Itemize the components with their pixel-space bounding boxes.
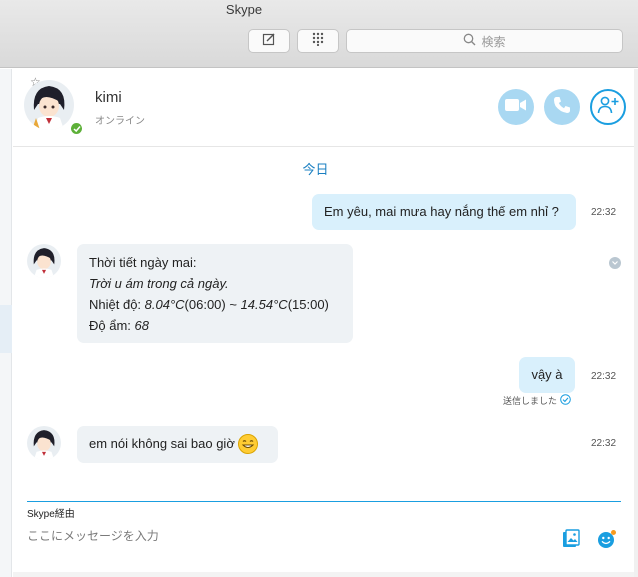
humidity-value: 68 [134,318,149,333]
search-field[interactable]: 検索 [346,29,623,53]
window-right-edge [634,69,638,577]
message-text: em nói không sai bao giờ [89,436,235,451]
temperature-label: Nhiệt độ: [89,297,145,312]
delivery-receipt: 送信しました [503,394,571,407]
sent-check-icon [560,394,571,407]
contact-status: オンライン [95,116,145,127]
search-icon [463,33,476,49]
temperature-high-time: (15:00) [287,297,329,312]
humidity-label: Độ ẩm: [89,318,135,333]
compose-icon [262,32,276,51]
message-time: 22:32 [591,207,617,218]
message-status-dot-icon [609,257,621,269]
conversation-header: ☆ kimi オンライン [13,69,634,147]
incoming-message[interactable]: Thời tiết ngày mai: Trời u ám trong cả n… [77,244,353,343]
outgoing-message[interactable]: Em yêu, mai mưa hay nắng thế em nhỉ ? [312,194,576,230]
video-icon [505,98,527,117]
sidebar-edge [0,69,12,577]
message-time: 22:32 [591,438,617,449]
sender-avatar[interactable] [27,244,61,278]
temperature-high: 14.54°C [240,297,288,312]
message-time: 22:32 [591,371,617,382]
window-title: Skype [225,2,263,17]
grin-emoji-icon [238,433,259,454]
date-separator: 今日 [302,162,329,177]
temperature-line: Nhiệt độ: 8.04°C(06:00) ~ 14.54°C(15:00) [89,294,341,315]
temperature-low: 8.04°C [144,297,185,312]
dialpad-button[interactable] [297,29,339,53]
media-icon [562,528,580,554]
title-bar: Skype 検索 [0,0,638,68]
temperature-low-time: (06:00) ~ [184,297,241,312]
outgoing-message[interactable]: vậy à [519,357,575,393]
add-participant-button[interactable] [590,89,626,125]
composer-divider [27,501,621,502]
sender-avatar[interactable] [27,426,61,460]
skype-window: Skype 検索 ☆ kimi オンライン 今日 Em yêu, mai mưa… [0,0,638,577]
emoticon-button[interactable] [597,529,617,554]
add-person-icon [597,96,619,119]
contact-avatar[interactable] [24,80,74,130]
message-text: vậy à [531,367,563,382]
send-media-button[interactable] [561,528,581,554]
sidebar-selected-item[interactable] [0,305,12,353]
message-list[interactable]: 今日 Em yêu, mai mưa hay nắng thế em nhỉ ?… [13,148,634,502]
incoming-message[interactable]: em nói không sai bao giờ [77,426,278,463]
message-text: Em yêu, mai mưa hay nắng thế em nhỉ ? [324,204,559,219]
weather-heading: Thời tiết ngày mai: [89,255,197,270]
online-status-icon [69,121,84,136]
phone-icon [553,96,571,119]
window-bottom-edge [13,572,634,577]
compose-button[interactable] [248,29,290,53]
search-placeholder: 検索 [481,34,506,49]
send-via-label[interactable]: Skype経由 [27,505,75,520]
delivery-receipt-text: 送信しました [503,396,558,406]
emoticon-icon [597,529,617,554]
dialpad-icon [311,32,325,51]
humidity-line: Độ ẩm: 68 [89,315,341,336]
audio-call-button[interactable] [544,89,580,125]
contact-name[interactable]: kimi [95,89,122,106]
video-call-button[interactable] [498,89,534,125]
message-input[interactable] [27,527,547,545]
weather-summary: Trời u ám trong cả ngày. [89,276,229,291]
